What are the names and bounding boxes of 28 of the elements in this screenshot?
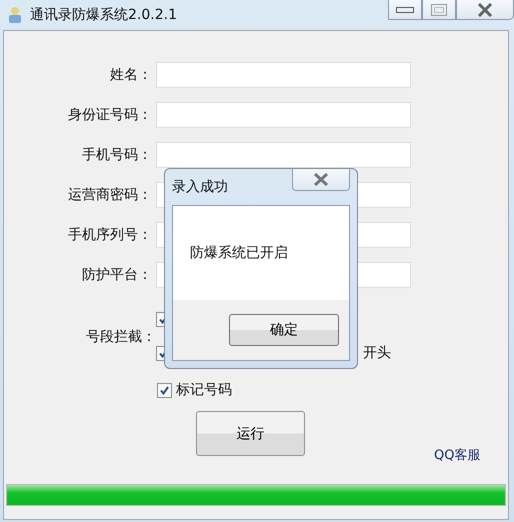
field-label: 号段拦截： (85, 328, 156, 346)
close-button[interactable] (456, 0, 514, 20)
support-link[interactable]: QQ客服 (434, 446, 480, 464)
field-label: 身份证号码： (67, 106, 152, 124)
field-label: 运营商密码： (67, 186, 152, 204)
window-title: 通讯录防爆系统2.0.2.1 (30, 6, 177, 24)
field-label: 手机号码： (81, 146, 152, 164)
checkbox-label: 开头 (363, 344, 391, 362)
checkbox[interactable] (157, 382, 172, 398)
close-icon (477, 2, 493, 16)
minimize-button[interactable] (388, 0, 422, 20)
input-field[interactable] (156, 62, 411, 88)
close-icon (313, 173, 329, 186)
run-button[interactable]: 运行 (196, 411, 305, 456)
dialog-title: 录入成功 (172, 178, 228, 196)
field-label: 姓名： (109, 66, 152, 84)
dialog-message: 防爆系统已开启 (190, 244, 288, 262)
input-field[interactable] (156, 142, 411, 168)
ok-button[interactable]: 确定 (229, 314, 339, 346)
field-label: 手机序列号： (67, 226, 152, 244)
close-button[interactable] (292, 169, 350, 191)
minimize-icon (396, 6, 414, 12)
input-field[interactable] (156, 102, 411, 128)
check-icon (159, 384, 170, 396)
checkbox-label: 标记号码 (176, 381, 232, 399)
maximize-icon (431, 4, 447, 16)
app-icon (8, 6, 22, 24)
field-label: 防护平台： (81, 266, 152, 284)
